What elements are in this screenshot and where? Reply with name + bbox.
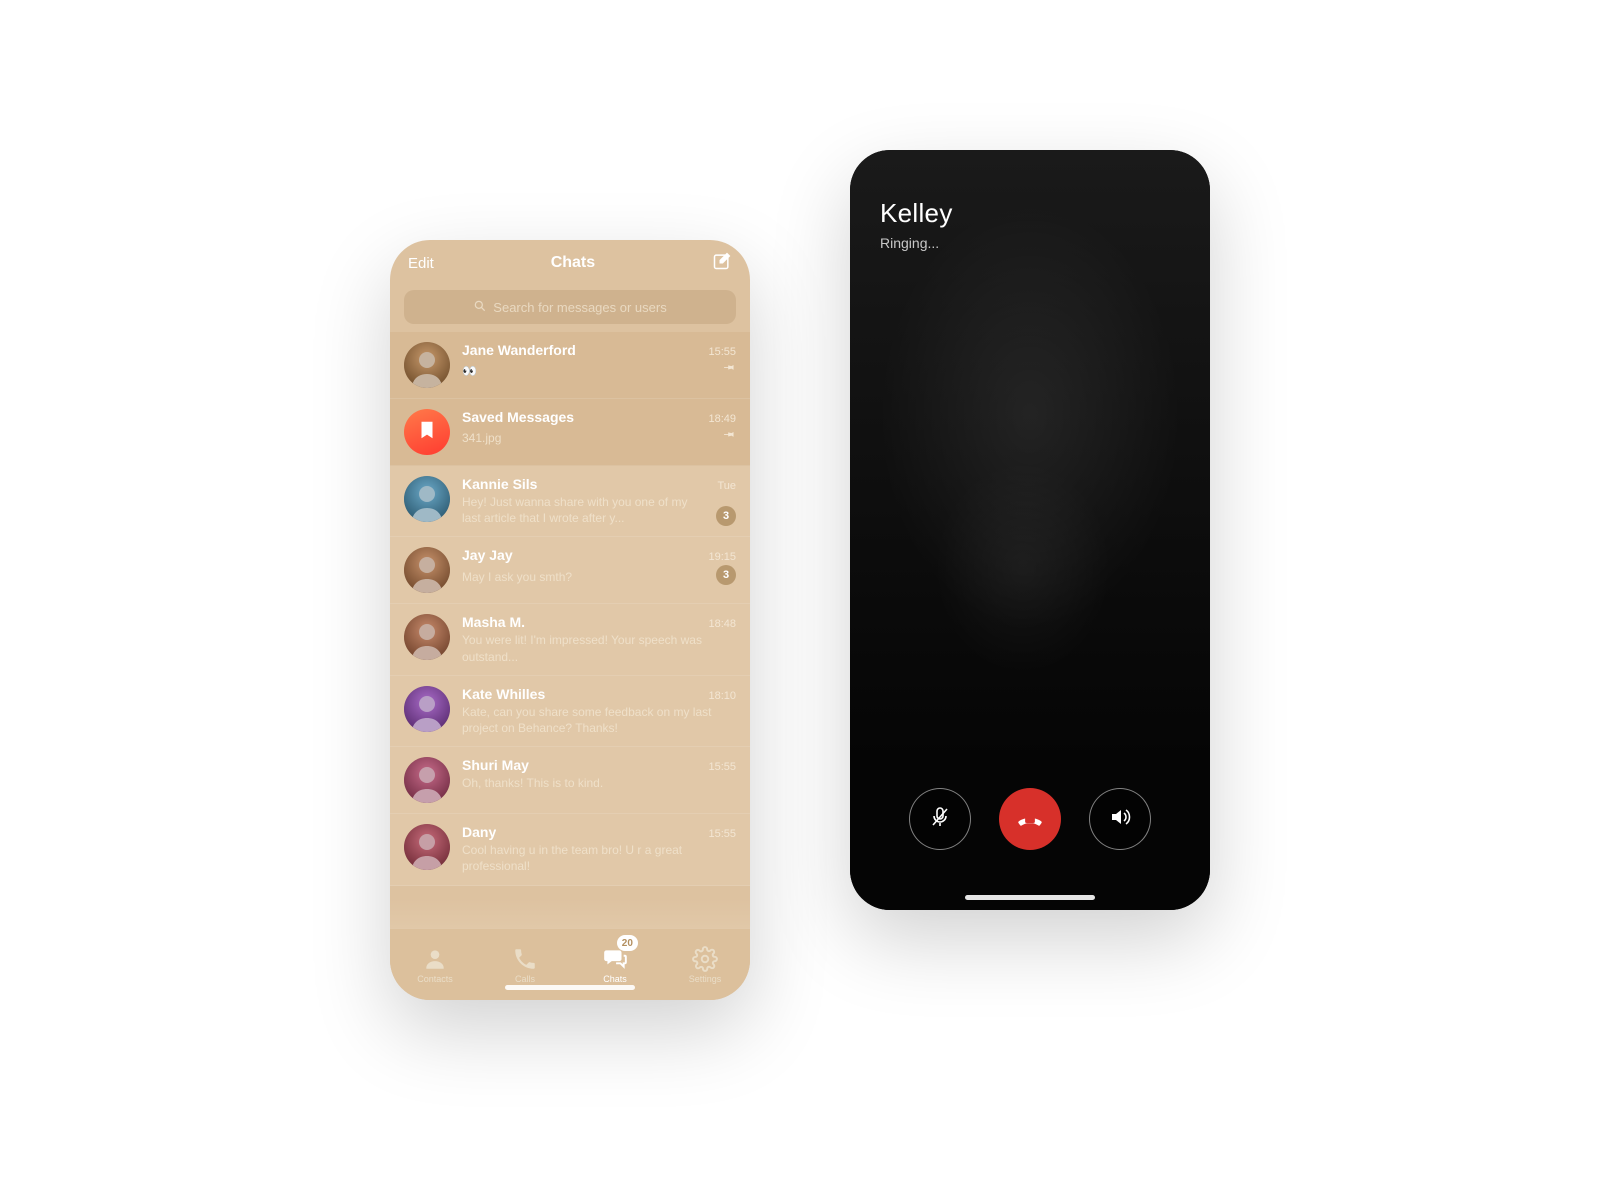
chat-content: Shuri May 15:55 Oh, thanks! This is to kin…	[462, 757, 736, 791]
callee-name: Kelley	[880, 198, 953, 229]
chat-preview: You were lit! I'm impressed! Your speech…	[462, 632, 728, 664]
chat-time: 15:55	[708, 828, 736, 840]
chat-content: Jay Jay 19:15 May I ask you smth? 3	[462, 547, 736, 585]
chat-time: 18:48	[708, 618, 736, 630]
call-status: Ringing...	[880, 235, 953, 251]
tab-settings[interactable]: Settings	[660, 929, 750, 1000]
edit-button[interactable]: Edit	[408, 255, 434, 272]
pin-icon	[722, 427, 736, 446]
call-header: Kelley Ringing...	[880, 198, 953, 251]
chat-row[interactable]: Shuri May 15:55 Oh, thanks! This is to kin…	[390, 747, 750, 814]
avatar	[404, 757, 450, 803]
chat-time: 15:55	[708, 346, 736, 358]
page-title: Chats	[551, 254, 595, 272]
avatar	[404, 686, 450, 732]
chat-name: Kate Whilles	[462, 686, 545, 702]
tab-contacts[interactable]: Contacts	[390, 929, 480, 1000]
chat-time: 19:15	[708, 551, 736, 563]
phone-hangup-icon	[1015, 802, 1045, 837]
chats-screen: Edit Chats Search for messages or users	[390, 240, 750, 1000]
chat-row[interactable]: Dany 15:55 Cool having u in the team bro! …	[390, 814, 750, 885]
gear-icon	[692, 946, 718, 972]
chat-meta	[722, 360, 736, 379]
chat-row[interactable]: Kate Whilles 18:10 Kate, can you share som…	[390, 676, 750, 747]
saved-messages-avatar	[404, 409, 450, 455]
speaker-button[interactable]	[1089, 788, 1151, 850]
chat-preview: 341.jpg	[462, 430, 501, 446]
chat-name: Jane Wanderford	[462, 342, 576, 358]
chat-meta: 3	[716, 565, 736, 585]
chats-badge: 20	[617, 935, 638, 951]
chat-name: Masha M.	[462, 614, 525, 630]
chats-header: Edit Chats	[390, 240, 750, 286]
unread-badge: 3	[716, 506, 736, 526]
end-call-button[interactable]	[999, 788, 1061, 850]
tab-label: Calls	[515, 974, 535, 984]
chat-meta: 3	[716, 506, 736, 526]
chat-row[interactable]: Saved Messages 18:49 341.jpg	[390, 399, 750, 466]
chat-row[interactable]: Kannie Sils Tue Hey! Just wanna share with…	[390, 466, 750, 537]
chat-name: Saved Messages	[462, 409, 574, 425]
avatar	[404, 476, 450, 522]
pin-icon	[722, 360, 736, 379]
avatar	[404, 824, 450, 870]
avatar	[404, 342, 450, 388]
microphone-off-icon	[928, 805, 952, 834]
unread-badge: 3	[716, 565, 736, 585]
avatar	[404, 547, 450, 593]
chat-time: 18:10	[708, 690, 736, 702]
chat-content: Kate Whilles 18:10 Kate, can you share som…	[462, 686, 736, 736]
tab-label: Settings	[689, 974, 722, 984]
chat-preview: May I ask you smth?	[462, 569, 572, 585]
compose-icon	[712, 258, 732, 275]
chat-name: Dany	[462, 824, 496, 840]
home-indicator[interactable]	[505, 985, 635, 990]
chat-content: Kannie Sils Tue Hey! Just wanna share with…	[462, 476, 736, 526]
chat-name: Kannie Sils	[462, 476, 537, 492]
mute-button[interactable]	[909, 788, 971, 850]
phone-icon	[512, 946, 538, 972]
chat-preview: Kate, can you share some feedback on my …	[462, 704, 728, 736]
chat-content: Saved Messages 18:49 341.jpg	[462, 409, 736, 446]
call-screen: Kelley Ringing...	[850, 150, 1210, 910]
chat-preview: Hey! Just wanna share with you one of my…	[462, 494, 708, 526]
mockup-stage: Kelley Ringing...	[390, 150, 1210, 1050]
chat-content: Dany 15:55 Cool having u in the team bro! …	[462, 824, 736, 874]
chat-preview: Cool having u in the team bro! U r a gre…	[462, 842, 728, 874]
compose-button[interactable]	[712, 251, 732, 275]
chat-time: 15:55	[708, 761, 736, 773]
chat-time: 18:49	[708, 413, 736, 425]
search-placeholder: Search for messages or users	[493, 300, 666, 315]
home-indicator[interactable]	[965, 895, 1095, 900]
call-controls	[850, 788, 1210, 850]
avatar	[404, 614, 450, 660]
search-icon	[473, 299, 487, 316]
chats-list[interactable]: Jane Wanderford 15:55 👀 Saved Messages 18:49…	[390, 332, 750, 886]
chat-row[interactable]: Jay Jay 19:15 May I ask you smth? 3	[390, 537, 750, 604]
chat-row[interactable]: Masha M. 18:48 You were lit! I'm impressed…	[390, 604, 750, 675]
list-fade	[390, 898, 750, 928]
chat-row[interactable]: Jane Wanderford 15:55 👀	[390, 332, 750, 399]
bookmark-icon	[416, 419, 438, 446]
chat-content: Jane Wanderford 15:55 👀	[462, 342, 736, 379]
speaker-icon	[1108, 805, 1132, 834]
chat-name: Jay Jay	[462, 547, 513, 563]
tab-label: Contacts	[417, 974, 453, 984]
search-input[interactable]: Search for messages or users	[404, 290, 736, 324]
contacts-icon	[422, 946, 448, 972]
chat-name: Shuri May	[462, 757, 529, 773]
chat-preview: Oh, thanks! This is to kind.	[462, 775, 603, 791]
chat-time: Tue	[717, 480, 736, 492]
chat-content: Masha M. 18:48 You were lit! I'm impressed…	[462, 614, 736, 664]
chat-meta	[722, 427, 736, 446]
chat-preview: 👀	[462, 363, 477, 379]
tab-label: Chats	[603, 974, 627, 984]
